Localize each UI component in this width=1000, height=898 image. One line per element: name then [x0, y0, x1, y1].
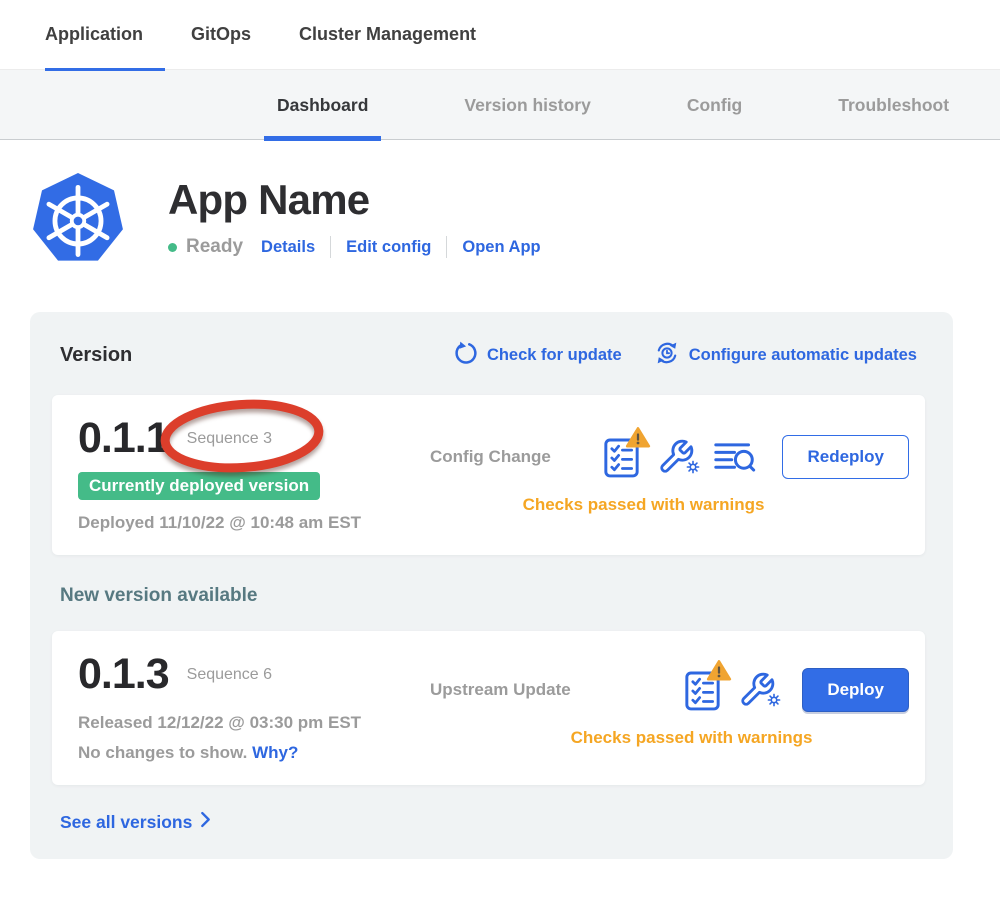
deployed-timestamp: Deployed 11/10/22 @ 10:48 am EST	[78, 513, 430, 533]
released-timestamp: Released 12/12/22 @ 03:30 pm EST	[78, 713, 430, 733]
link-divider	[446, 236, 447, 258]
app-header: App Name Ready Details Edit config Open …	[30, 168, 1000, 272]
current-source-label: Config Change	[430, 447, 551, 467]
sub-tab-dashboard[interactable]: Dashboard	[264, 70, 381, 140]
currently-deployed-badge: Currently deployed version	[78, 472, 320, 500]
top-tab-gitops[interactable]: GitOps	[191, 0, 251, 70]
current-version-number: 0.1.1	[78, 417, 169, 460]
sub-tab-config[interactable]: Config	[674, 70, 755, 140]
app-status: Ready	[186, 236, 243, 258]
gear-icon	[766, 692, 782, 713]
top-nav: Application GitOps Cluster Management	[0, 0, 1000, 70]
sub-tab-troubleshoot[interactable]: Troubleshoot	[825, 70, 962, 140]
refresh-icon	[453, 341, 478, 371]
why-link[interactable]: Why?	[252, 743, 298, 762]
redeploy-button[interactable]: Redeploy	[782, 435, 909, 479]
see-all-versions-label: See all versions	[60, 812, 192, 833]
available-version-number: 0.1.3	[78, 653, 169, 696]
check-for-update-link[interactable]: Check for update	[453, 340, 622, 371]
current-checks-status: Checks passed with warnings	[430, 495, 909, 515]
sub-nav: Dashboard Version history Config Trouble…	[0, 70, 1000, 140]
preflight-checks-icon[interactable]	[604, 437, 639, 478]
view-diff-icon[interactable]	[713, 440, 756, 474]
open-app-link[interactable]: Open App	[462, 238, 540, 257]
deploy-button[interactable]: Deploy	[802, 668, 909, 712]
edit-config-wrench-icon[interactable]	[738, 671, 776, 709]
current-sequence-label: Sequence 3	[187, 430, 272, 447]
version-panel: Version Check for update	[30, 312, 953, 859]
link-divider	[330, 236, 331, 258]
available-source-label: Upstream Update	[430, 680, 571, 700]
chevron-right-icon	[200, 811, 211, 833]
top-tab-cluster-management[interactable]: Cluster Management	[299, 0, 476, 70]
no-changes-text: No changes to show.	[78, 743, 247, 762]
configure-auto-updates-label: Configure automatic updates	[689, 346, 917, 365]
top-tab-application[interactable]: Application	[45, 0, 143, 70]
version-panel-title: Version	[60, 344, 132, 367]
available-checks-status: Checks passed with warnings	[430, 728, 909, 748]
edit-config-link[interactable]: Edit config	[346, 238, 431, 257]
configure-auto-updates-link[interactable]: Configure automatic updates	[654, 340, 917, 371]
check-for-update-label: Check for update	[487, 346, 622, 365]
details-link[interactable]: Details	[261, 238, 315, 257]
current-version-card: 0.1.1 Sequence 3 Currently deployed vers…	[52, 395, 925, 555]
preflight-checks-icon[interactable]	[685, 670, 720, 711]
see-all-versions-link[interactable]: See all versions	[60, 811, 917, 833]
page-title: App Name	[168, 176, 541, 224]
auto-update-clock-icon	[654, 340, 680, 371]
warning-triangle-icon	[706, 659, 732, 687]
edit-config-wrench-icon[interactable]	[657, 438, 695, 476]
kubernetes-logo	[30, 168, 126, 272]
ready-status-dot	[168, 243, 177, 252]
new-version-heading: New version available	[60, 585, 917, 607]
warning-triangle-icon	[625, 426, 651, 454]
gear-icon	[685, 459, 701, 480]
available-sequence-label: Sequence 6	[187, 666, 272, 683]
available-version-card: 0.1.3 Sequence 6 Released 12/12/22 @ 03:…	[52, 631, 925, 785]
sub-tab-version-history[interactable]: Version history	[451, 70, 603, 140]
